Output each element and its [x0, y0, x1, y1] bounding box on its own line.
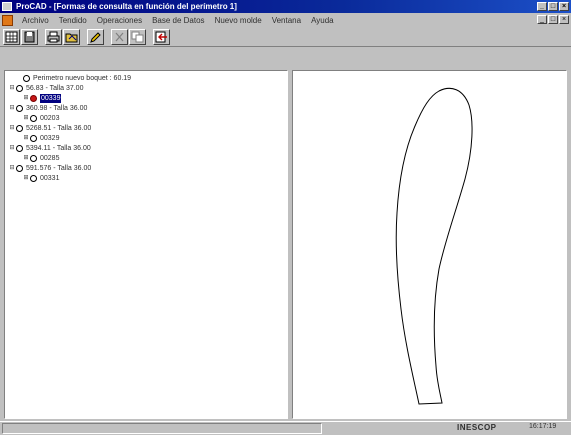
- copy-icon: [131, 31, 144, 42]
- brand-logo: INESCOP: [457, 423, 497, 432]
- circle-node-icon: [16, 105, 23, 112]
- status-panel: [2, 423, 322, 434]
- tree-child[interactable]: ⊞ 00331: [23, 174, 59, 183]
- toolbar: [0, 27, 571, 47]
- copy-button[interactable]: [129, 28, 146, 45]
- expand-toggle-icon[interactable]: ⊞: [23, 94, 29, 103]
- tree-child-selected[interactable]: ⊞ 00339: [23, 94, 62, 103]
- circle-node-icon: [16, 85, 23, 92]
- tree-group[interactable]: ⊟ 591.576 - Talla 36.00: [9, 164, 91, 173]
- circle-node-icon: [16, 125, 23, 132]
- tree-group-label: 56.83 - Talla 37.00: [26, 85, 84, 92]
- cut-icon: [115, 32, 124, 41]
- menu-base-de-datos[interactable]: Base de Datos: [147, 16, 209, 25]
- open-button[interactable]: [63, 28, 80, 45]
- menu-bar: Archivo Tendido Operaciones Base de Dato…: [0, 13, 571, 27]
- tree-group-label: 360.98 - Talla 36.00: [26, 105, 88, 112]
- window-title: ProCAD - [Formas de consulta en función …: [16, 2, 237, 11]
- grid-button[interactable]: [3, 28, 20, 45]
- menu-ventana[interactable]: Ventana: [267, 16, 306, 25]
- collapse-toggle-icon[interactable]: ⊟: [9, 104, 15, 113]
- expand-toggle-icon[interactable]: ⊞: [23, 174, 29, 183]
- doc-close-button[interactable]: ×: [559, 15, 569, 24]
- doc-minimize-button[interactable]: _: [537, 15, 547, 24]
- tree-group-label: 5394.11 - Talla 36.00: [26, 145, 91, 152]
- pencil-button[interactable]: [87, 28, 104, 45]
- collapse-toggle-icon[interactable]: ⊟: [9, 84, 15, 93]
- circle-node-icon: [16, 145, 23, 152]
- minimize-button[interactable]: _: [537, 2, 547, 11]
- tree-child[interactable]: ⊞ 00203: [23, 114, 59, 123]
- tree-group[interactable]: ⊟ 5394.11 - Talla 36.00: [9, 144, 91, 153]
- maximize-button[interactable]: □: [548, 2, 558, 11]
- tree-child-label: 00329: [40, 135, 60, 142]
- collapse-toggle-icon[interactable]: ⊟: [9, 144, 15, 153]
- shoe-last-outline: [395, 87, 473, 405]
- document-icon[interactable]: [2, 14, 13, 26]
- circle-node-icon: [30, 135, 37, 142]
- grid-icon: [5, 31, 18, 42]
- menu-archivo[interactable]: Archivo: [17, 16, 54, 25]
- expand-toggle-icon[interactable]: ⊞: [23, 134, 29, 143]
- tree-child-label: 00331: [40, 175, 60, 182]
- title-bar: ProCAD - [Formas de consulta en función …: [0, 0, 571, 13]
- tree-group[interactable]: ⊟ 360.98 - Talla 36.00: [9, 104, 87, 113]
- results-tree[interactable]: Perimetro nuevo boquet : 60.19 ⊟ 56.83 -…: [4, 70, 288, 419]
- shape-preview-pane[interactable]: [292, 70, 567, 419]
- save-icon: [24, 31, 35, 42]
- cut-button[interactable]: [111, 28, 128, 45]
- circle-node-icon: [30, 115, 37, 122]
- expand-toggle-icon[interactable]: ⊞: [23, 154, 29, 163]
- menu-tendido[interactable]: Tendido: [54, 16, 92, 25]
- tree-child[interactable]: ⊞ 00285: [23, 154, 59, 163]
- app-icon: [2, 2, 12, 11]
- print-icon: [47, 31, 60, 42]
- status-bar: INESCOP 16:17:19: [0, 421, 571, 435]
- doc-restore-button[interactable]: □: [548, 15, 558, 24]
- tree-group-label: 5268.51 - Talla 36.00: [26, 125, 92, 132]
- menu-nuevo-molde[interactable]: Nuevo molde: [210, 16, 267, 25]
- circle-node-icon: [30, 155, 37, 162]
- tree-child-label: 00203: [40, 115, 60, 122]
- menu-operaciones[interactable]: Operaciones: [92, 16, 147, 25]
- open-icon: [65, 33, 78, 42]
- tree-group-label: 591.576 - Talla 36.00: [26, 165, 92, 172]
- print-button[interactable]: [45, 28, 62, 45]
- close-button[interactable]: ×: [559, 2, 569, 11]
- save-button[interactable]: [21, 28, 38, 45]
- tree-group[interactable]: ⊟ 5268.51 - Talla 36.00: [9, 124, 91, 133]
- tree-root[interactable]: Perimetro nuevo boquet : 60.19: [23, 74, 131, 83]
- tree-child-label: 00339: [40, 94, 62, 103]
- tree-group[interactable]: ⊟ 56.83 - Talla 37.00: [9, 84, 83, 93]
- status-clock: 16:17:19: [529, 423, 557, 430]
- collapse-toggle-icon[interactable]: ⊟: [9, 164, 15, 173]
- tree-root-label: Perimetro nuevo boquet : 60.19: [33, 75, 132, 82]
- menu-ayuda[interactable]: Ayuda: [306, 16, 339, 25]
- window-controls: _ □ ×: [537, 2, 569, 11]
- exit-icon: [155, 31, 167, 42]
- circle-node-icon: [16, 165, 23, 172]
- circle-node-icon: [30, 175, 37, 182]
- circle-node-icon: [23, 75, 30, 82]
- expand-toggle-icon[interactable]: ⊞: [23, 114, 29, 123]
- exit-button[interactable]: [153, 28, 170, 45]
- document-controls: _ □ ×: [537, 15, 569, 24]
- tree-child[interactable]: ⊞ 00329: [23, 134, 59, 143]
- selected-node-icon: [30, 95, 37, 102]
- pencil-icon: [90, 31, 101, 43]
- collapse-toggle-icon[interactable]: ⊟: [9, 124, 15, 133]
- tree-child-label: 00285: [40, 155, 60, 162]
